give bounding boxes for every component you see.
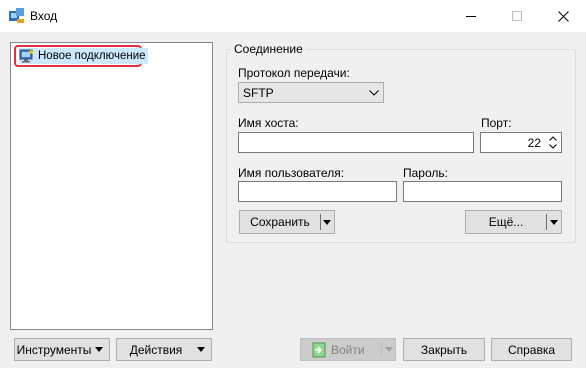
site-item-new-connection[interactable]: Новое подключение: [14, 45, 148, 67]
save-button[interactable]: Сохранить: [239, 210, 335, 234]
maximize-icon: [512, 11, 522, 21]
login-button-label: Войти: [331, 343, 365, 357]
port-spinner[interactable]: [546, 134, 560, 151]
username-label: Имя пользователя:: [238, 166, 345, 180]
minimize-icon: [466, 15, 476, 17]
split-divider: [381, 342, 382, 357]
protocol-value: SFTP: [243, 85, 274, 100]
dropdown-arrow-icon: [95, 347, 103, 352]
spin-up-icon[interactable]: [549, 136, 557, 141]
chevron-down-icon: [365, 83, 383, 102]
actions-button-label: Действия: [129, 342, 183, 357]
minimize-button[interactable]: [448, 0, 494, 32]
actions-button[interactable]: Действия: [116, 338, 212, 361]
help-button[interactable]: Справка: [491, 338, 572, 361]
new-site-computer-icon: [19, 49, 35, 63]
save-button-label: Сохранить: [250, 215, 310, 229]
password-label: Пароль:: [403, 166, 448, 180]
tools-button[interactable]: Инструменты: [14, 338, 110, 361]
protocol-select[interactable]: SFTP: [238, 82, 384, 103]
window-title: Вход: [30, 9, 58, 23]
split-divider: [546, 214, 547, 230]
username-input[interactable]: [238, 181, 397, 202]
host-input[interactable]: [238, 132, 474, 153]
spin-down-icon[interactable]: [549, 144, 557, 149]
connection-group-title: Соединение: [231, 42, 306, 56]
protocol-label: Протокол передачи:: [238, 66, 350, 80]
login-door-icon: [311, 342, 327, 361]
close-icon: [557, 10, 569, 22]
host-label: Имя хоста:: [238, 116, 299, 130]
dropdown-arrow-icon[interactable]: [550, 220, 558, 225]
port-value: 22: [527, 136, 541, 150]
dropdown-arrow-icon: [197, 347, 205, 352]
dropdown-arrow-icon[interactable]: [385, 347, 393, 352]
site-tree[interactable]: Новое подключение: [10, 42, 213, 330]
advanced-button-label: Ещё...: [488, 215, 524, 229]
split-divider: [320, 214, 321, 230]
login-button[interactable]: Войти: [300, 338, 396, 361]
app-icon: [8, 7, 26, 25]
advanced-button[interactable]: Ещё...: [465, 210, 562, 234]
tools-button-label: Инструменты: [16, 342, 92, 357]
port-stepper[interactable]: 22: [480, 132, 562, 153]
dropdown-arrow-icon[interactable]: [323, 220, 331, 225]
site-item-label: Новое подключение: [38, 50, 146, 62]
password-input[interactable]: [403, 181, 562, 202]
port-label: Порт:: [481, 116, 512, 130]
close-window-button[interactable]: [540, 0, 586, 32]
maximize-button[interactable]: [494, 0, 540, 32]
close-button[interactable]: Закрыть: [403, 338, 485, 361]
